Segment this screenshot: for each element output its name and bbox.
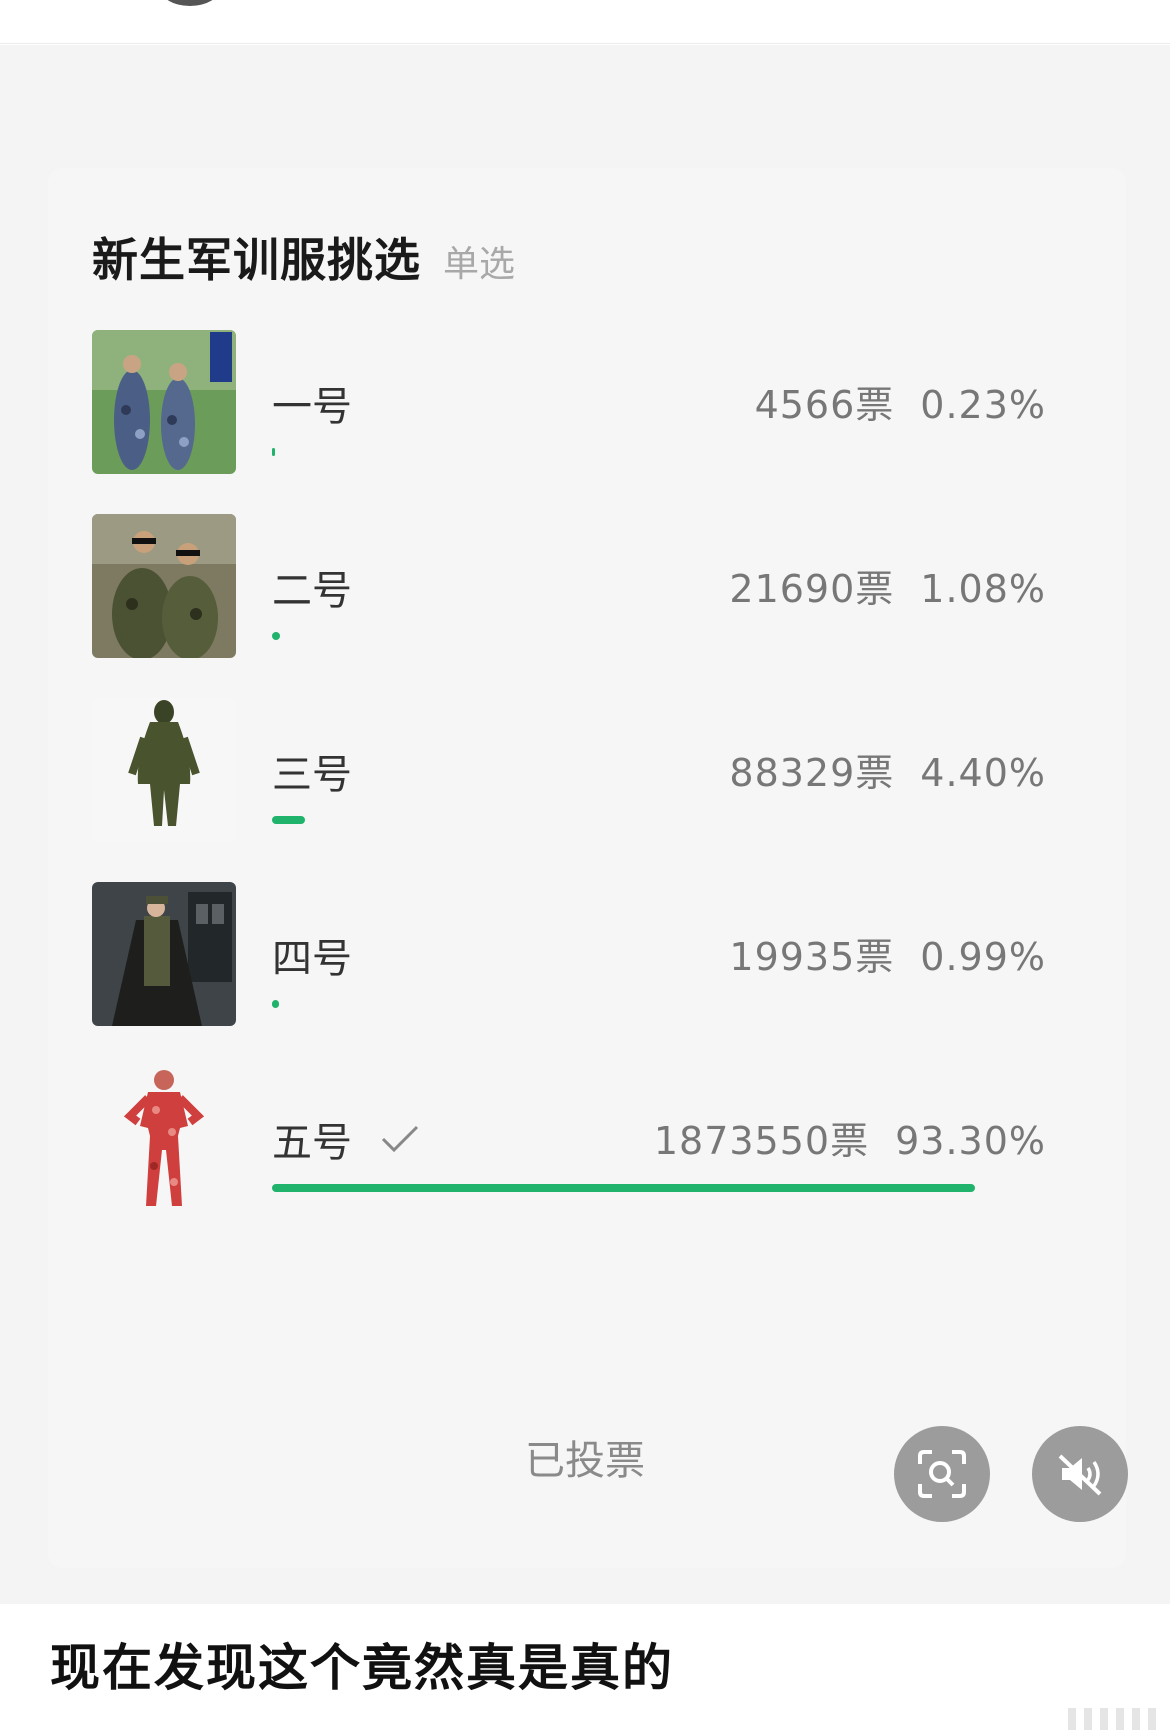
option-name: 四号 (272, 936, 352, 982)
poll-option-5[interactable]: 五号 1873550票 93.30% (92, 1066, 1072, 1216)
option-percent: 1.08% (920, 567, 1046, 611)
option-stats-4: 19935票 0.99% (729, 926, 1046, 981)
poll-title: 新生军训服挑选 (92, 233, 421, 287)
option-label-4: 四号 (272, 926, 352, 984)
option-name: 五号 (272, 1120, 352, 1166)
option-image-3 (92, 698, 236, 842)
option-progress-1 (272, 448, 1026, 456)
speaker-muted-icon (1058, 1454, 1102, 1496)
option-votes: 4566票 (754, 383, 895, 427)
progress-fill (272, 1000, 280, 1008)
top-header-strip (0, 0, 1170, 44)
progress-fill (272, 1184, 976, 1192)
option-progress-5 (272, 1184, 1026, 1192)
option-progress-4 (272, 1000, 1026, 1008)
option-percent: 0.99% (920, 935, 1046, 979)
poll-header: 新生军训服挑选 单选 (92, 224, 515, 290)
poll-type-label: 单选 (443, 244, 516, 285)
option-image-5 (92, 1066, 236, 1210)
option-progress-2 (272, 632, 1026, 640)
post-caption: 现在发现这个竟然真是真的 (50, 1639, 674, 1697)
option-label-1: 一号 (272, 374, 352, 432)
poll-option-1[interactable]: 一号 4566票 0.23% (92, 330, 1072, 480)
option-progress-3 (272, 816, 1026, 824)
progress-fill (272, 448, 275, 456)
option-label-5: 五号 (272, 1110, 420, 1168)
option-stats-5: 1873550票 93.30% (654, 1110, 1046, 1165)
poll-option-3[interactable]: 三号 88329票 4.40% (92, 698, 1072, 848)
option-stats-2: 21690票 1.08% (729, 558, 1046, 613)
decorative-bars (1068, 1708, 1156, 1730)
option-name: 三号 (272, 752, 352, 798)
check-icon (381, 1125, 419, 1153)
option-label-2: 二号 (272, 558, 352, 616)
mute-button[interactable] (1032, 1426, 1128, 1522)
voted-status: 已投票 (525, 1438, 645, 1484)
option-percent: 0.23% (920, 383, 1046, 427)
option-votes: 19935票 (729, 935, 895, 979)
avatar[interactable] (160, 0, 220, 6)
option-image-1 (92, 330, 236, 474)
option-name: 二号 (272, 568, 352, 614)
option-name: 一号 (272, 384, 352, 430)
option-votes: 21690票 (729, 567, 895, 611)
poll-option-2[interactable]: 二号 21690票 1.08% (92, 514, 1072, 664)
option-label-3: 三号 (272, 742, 352, 800)
progress-fill (272, 632, 281, 640)
option-stats-1: 4566票 0.23% (755, 374, 1046, 429)
option-image-4 (92, 882, 236, 1026)
option-votes: 1873550票 (653, 1119, 870, 1163)
option-percent: 4.40% (920, 751, 1046, 795)
option-percent: 93.30% (895, 1119, 1046, 1163)
scan-search-icon (918, 1450, 966, 1498)
option-stats-3: 88329票 4.40% (729, 742, 1046, 797)
option-image-2 (92, 514, 236, 658)
scan-button[interactable] (894, 1426, 990, 1522)
option-votes: 88329票 (729, 751, 895, 795)
caption-bar: 现在发现这个竟然真是真的 (0, 1604, 1170, 1730)
poll-option-4[interactable]: 四号 19935票 0.99% (92, 882, 1072, 1032)
progress-fill (272, 816, 306, 824)
